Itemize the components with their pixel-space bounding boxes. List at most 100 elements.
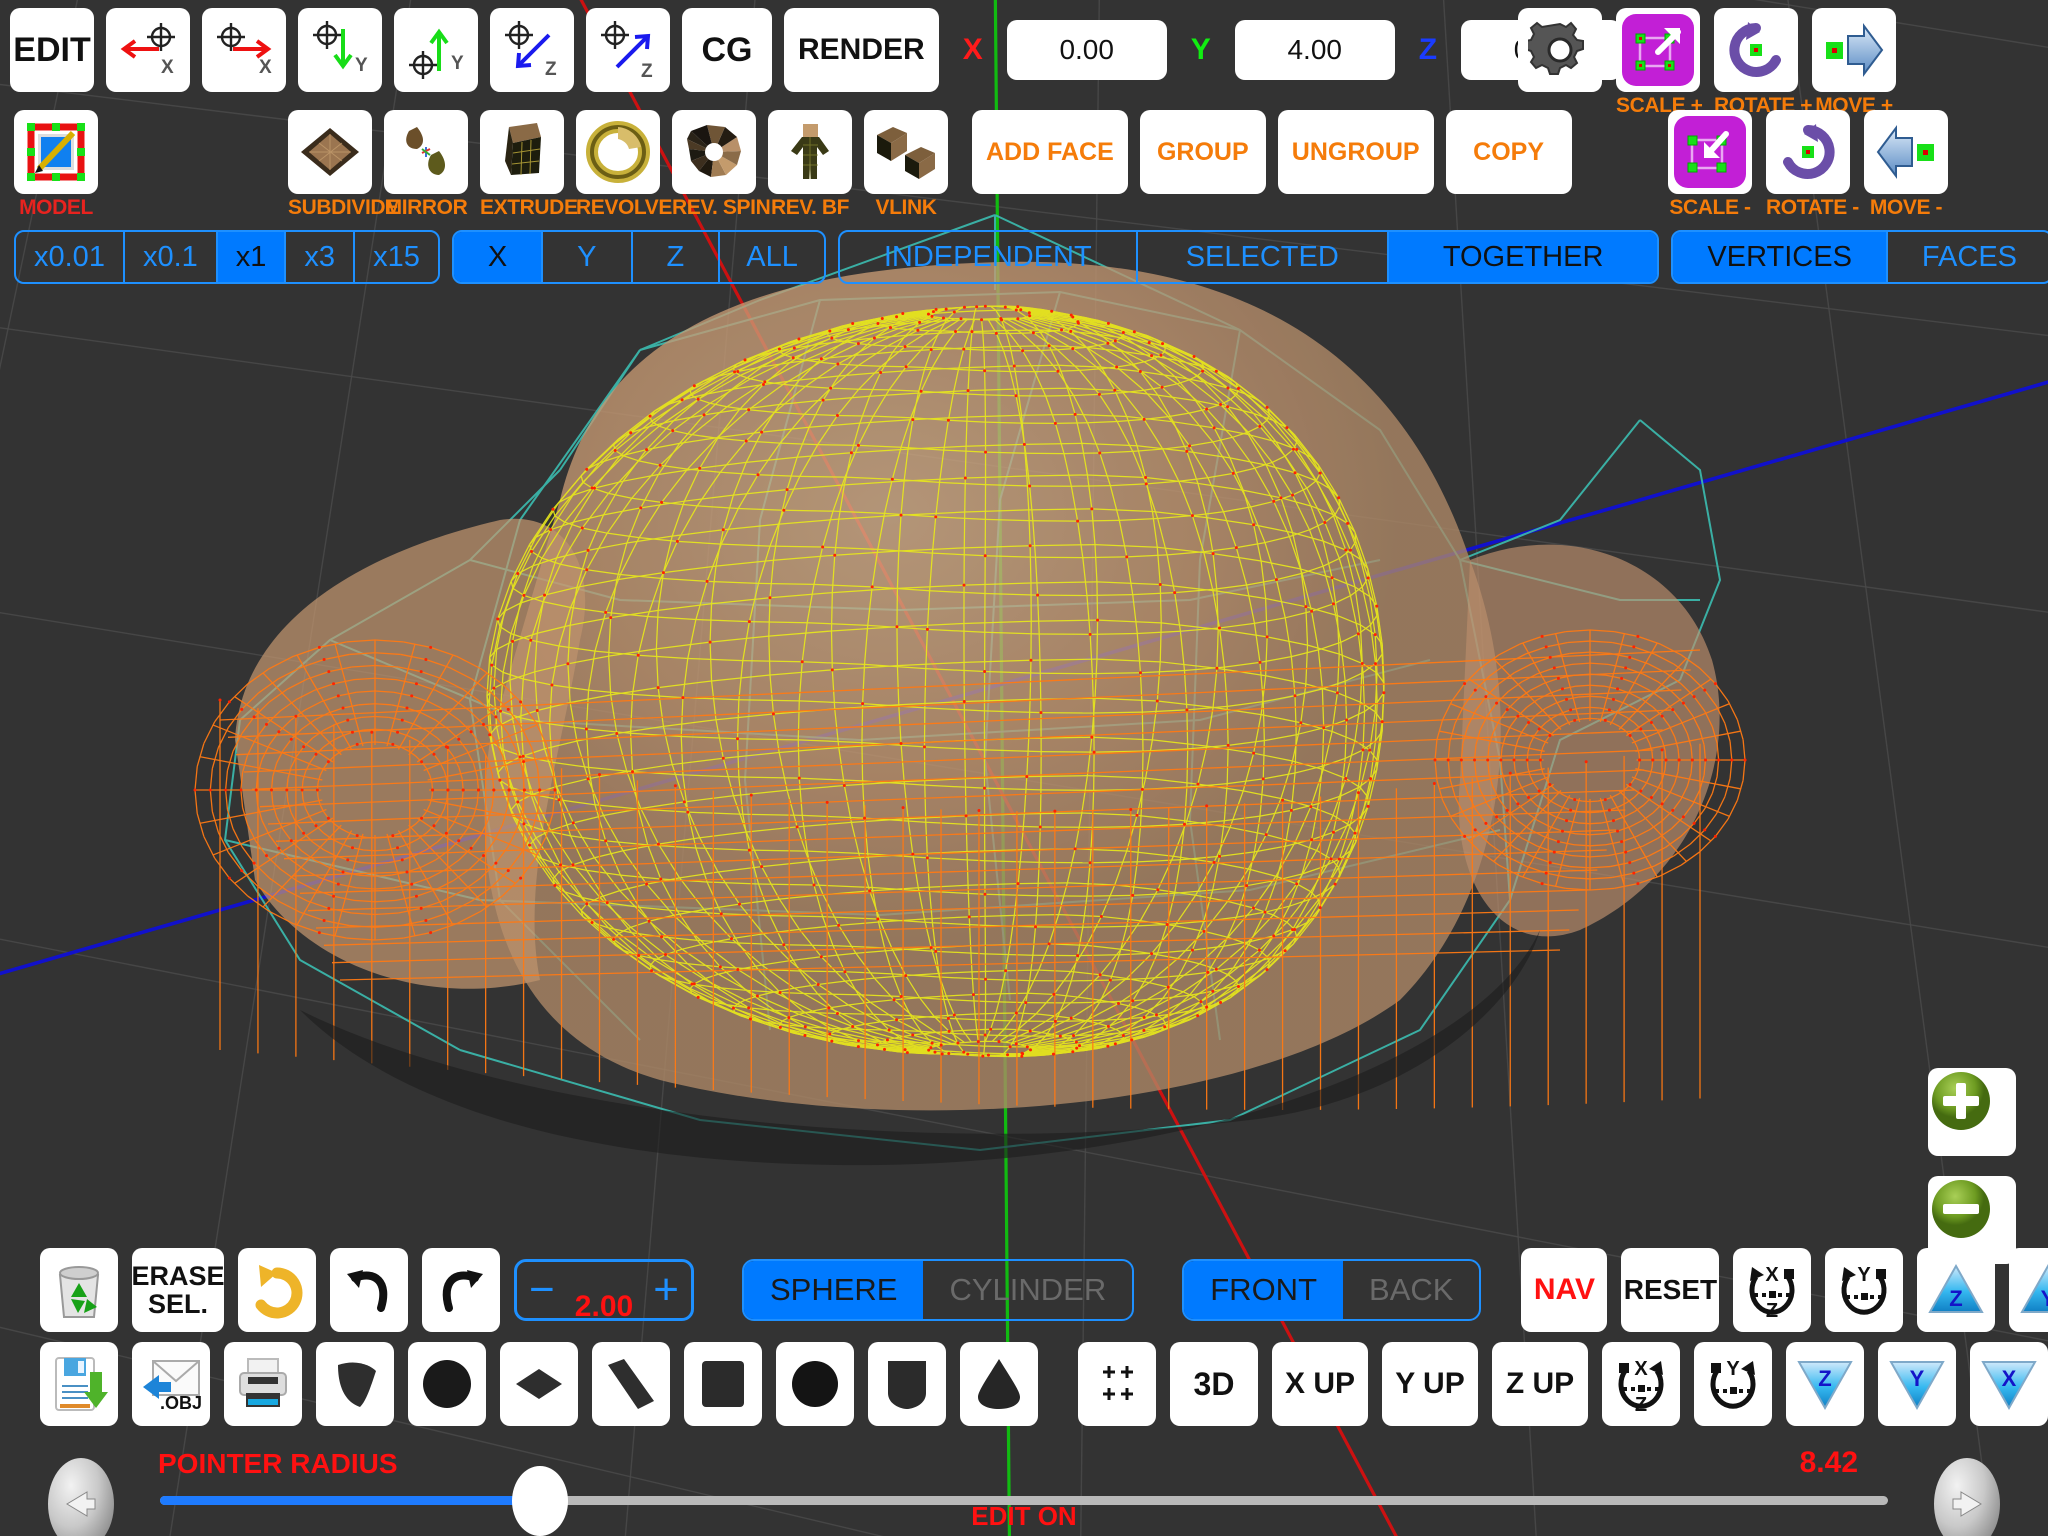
nudge-x-minus-button[interactable]: X xyxy=(106,8,190,92)
nudge-x-plus-icon: X xyxy=(217,23,272,78)
edit-button[interactable]: EDIT xyxy=(10,8,94,92)
scale-minus-button[interactable]: SCALE - xyxy=(1668,110,1752,219)
import-obj-button[interactable]: .OBJ xyxy=(132,1342,210,1426)
tab-vertices[interactable]: VERTICES xyxy=(1673,232,1888,282)
trash-button[interactable] xyxy=(40,1248,118,1332)
nav-button[interactable]: NAV xyxy=(1521,1248,1608,1332)
coord-y-field[interactable]: 4.00 xyxy=(1234,20,1395,80)
svg-text:Y: Y xyxy=(451,53,464,74)
reset-button[interactable]: RESET xyxy=(1621,1248,1720,1332)
shape-teardrop-button[interactable] xyxy=(960,1342,1038,1426)
extrude-button[interactable]: EXTRUDE xyxy=(480,110,578,219)
tab-axis-z[interactable]: Z xyxy=(633,232,721,282)
spin-y-button[interactable]: Y xyxy=(1825,1248,1904,1332)
nudge-z-minus-button[interactable]: Z xyxy=(490,8,574,92)
tab-axis-y[interactable]: Y xyxy=(543,232,633,282)
add-face-label: ADD FACE xyxy=(986,137,1114,166)
axis-down-x-button[interactable]: X xyxy=(1970,1342,2048,1426)
print-icon xyxy=(239,1358,287,1407)
render-button[interactable]: RENDER xyxy=(784,8,939,92)
group-button[interactable]: GROUP xyxy=(1139,110,1266,194)
rev-bf-button[interactable]: REV. BF xyxy=(768,110,852,219)
redo-button[interactable] xyxy=(422,1248,500,1332)
tab-x01[interactable]: x0.1 xyxy=(125,232,218,282)
three-d-button[interactable]: 3D xyxy=(1170,1342,1258,1426)
rotate-cw-icon xyxy=(1783,124,1835,179)
tab-axis-x[interactable]: X xyxy=(453,232,544,282)
spin-y-rev-icon: Y xyxy=(1710,1358,1756,1409)
move-plus-button[interactable]: MOVE + xyxy=(1812,8,1896,117)
add-face-button[interactable]: ADD FACE xyxy=(972,110,1128,194)
scale-down-icon xyxy=(1674,116,1746,188)
copy-button[interactable]: COPY xyxy=(1445,110,1572,194)
svg-text:Z: Z xyxy=(545,59,557,80)
nudge-z-plus-button[interactable]: Z xyxy=(586,8,670,92)
toggle-front[interactable]: FRONT xyxy=(1184,1261,1344,1319)
coord-y-value: 4.00 xyxy=(1287,34,1342,65)
svg-text:X: X xyxy=(2002,1366,2017,1391)
extrude-icon xyxy=(505,123,541,176)
spin-y-rev-button[interactable]: Y xyxy=(1694,1342,1772,1426)
mirror-button[interactable]: MIRROR xyxy=(384,110,468,219)
y-up-button[interactable]: Y UP xyxy=(1382,1342,1478,1426)
tab-faces[interactable]: FACES xyxy=(1888,232,2048,282)
toggle-cylinder[interactable]: CYLINDER xyxy=(923,1261,1132,1319)
tab-independent[interactable]: INDEPENDENT xyxy=(840,232,1138,282)
revolve-button[interactable]: REVOLVE xyxy=(576,110,672,219)
four-points-icon xyxy=(1103,1366,1133,1400)
nudge-y-plus-button[interactable]: Y xyxy=(394,8,478,92)
z-up-button[interactable]: Z UP xyxy=(1492,1342,1588,1426)
spin-xz-button[interactable]: X Z xyxy=(1733,1248,1812,1332)
axis-down-z-button[interactable]: Z xyxy=(1786,1342,1864,1426)
nudge-y-minus-button[interactable]: Y xyxy=(298,8,382,92)
rev-bf-label: REV. BF xyxy=(770,196,850,219)
print-button[interactable] xyxy=(224,1342,302,1426)
shape-diamond-button[interactable] xyxy=(500,1342,578,1426)
shape-strip-button[interactable] xyxy=(592,1342,670,1426)
settings-button[interactable] xyxy=(1518,8,1602,92)
x-up-label: X UP xyxy=(1284,1367,1356,1400)
ungroup-button[interactable]: UNGROUP xyxy=(1277,110,1434,194)
value-stepper[interactable]: − + 2.00 xyxy=(514,1259,694,1323)
scale-plus-button[interactable]: SCALE + xyxy=(1616,8,1703,117)
move-minus-button[interactable]: MOVE - xyxy=(1864,110,1948,219)
shape-square-button[interactable] xyxy=(684,1342,762,1426)
tab-axis-all[interactable]: ALL xyxy=(720,232,824,282)
shape-rounded-button[interactable] xyxy=(868,1342,946,1426)
spin-xz-rev-button[interactable]: X Z xyxy=(1602,1342,1680,1426)
undo-gold-button[interactable] xyxy=(238,1248,316,1332)
tab-selected[interactable]: SELECTED xyxy=(1138,232,1389,282)
toggle-back[interactable]: BACK xyxy=(1343,1261,1479,1319)
shape-sphere-button[interactable] xyxy=(776,1342,854,1426)
points-button[interactable] xyxy=(1078,1342,1156,1426)
svg-text:Z: Z xyxy=(1635,1394,1647,1415)
cg-button[interactable]: CG xyxy=(682,8,772,92)
tab-x001[interactable]: x0.01 xyxy=(16,232,125,282)
zoom-out-button[interactable] xyxy=(1928,1176,2016,1264)
tab-x1[interactable]: x1 xyxy=(217,232,287,282)
erase-selection-button[interactable]: ERASE SEL. xyxy=(132,1248,224,1332)
tab-together[interactable]: TOGETHER xyxy=(1388,232,1658,282)
erase-line-2: SEL. xyxy=(147,1289,208,1319)
shape-circle-button[interactable] xyxy=(408,1342,486,1426)
x-up-button[interactable]: X UP xyxy=(1272,1342,1368,1426)
undo-button[interactable] xyxy=(330,1248,408,1332)
bottom-toolbar: ERASE SEL. − + 2.00 SPHERE CYLINDER FRON… xyxy=(0,1236,2048,1536)
vlink-button[interactable]: VLINK xyxy=(864,110,948,219)
save-button[interactable] xyxy=(40,1342,118,1426)
model-button[interactable]: MODEL xyxy=(14,110,98,219)
mirror-label: MIRROR xyxy=(384,196,468,219)
rotate-plus-button[interactable]: ROTATE + xyxy=(1714,8,1813,117)
nudge-x-plus-button[interactable]: X xyxy=(202,8,286,92)
shape-plane-button[interactable] xyxy=(316,1342,394,1426)
import-obj-icon: .OBJ xyxy=(143,1360,201,1413)
rev-spin-button[interactable]: REV. SPIN xyxy=(672,110,771,219)
coord-x-field[interactable]: 0.00 xyxy=(1006,20,1167,80)
axis-down-y-button[interactable]: Y xyxy=(1878,1342,1956,1426)
rotate-minus-button[interactable]: ROTATE - xyxy=(1766,110,1859,219)
toggle-sphere[interactable]: SPHERE xyxy=(744,1261,924,1319)
tab-x15[interactable]: x15 xyxy=(355,232,438,282)
zoom-in-button[interactable] xyxy=(1928,1068,2016,1156)
subdivide-button[interactable]: SUBDIVIDE xyxy=(288,110,399,219)
tab-x3[interactable]: x3 xyxy=(286,232,356,282)
